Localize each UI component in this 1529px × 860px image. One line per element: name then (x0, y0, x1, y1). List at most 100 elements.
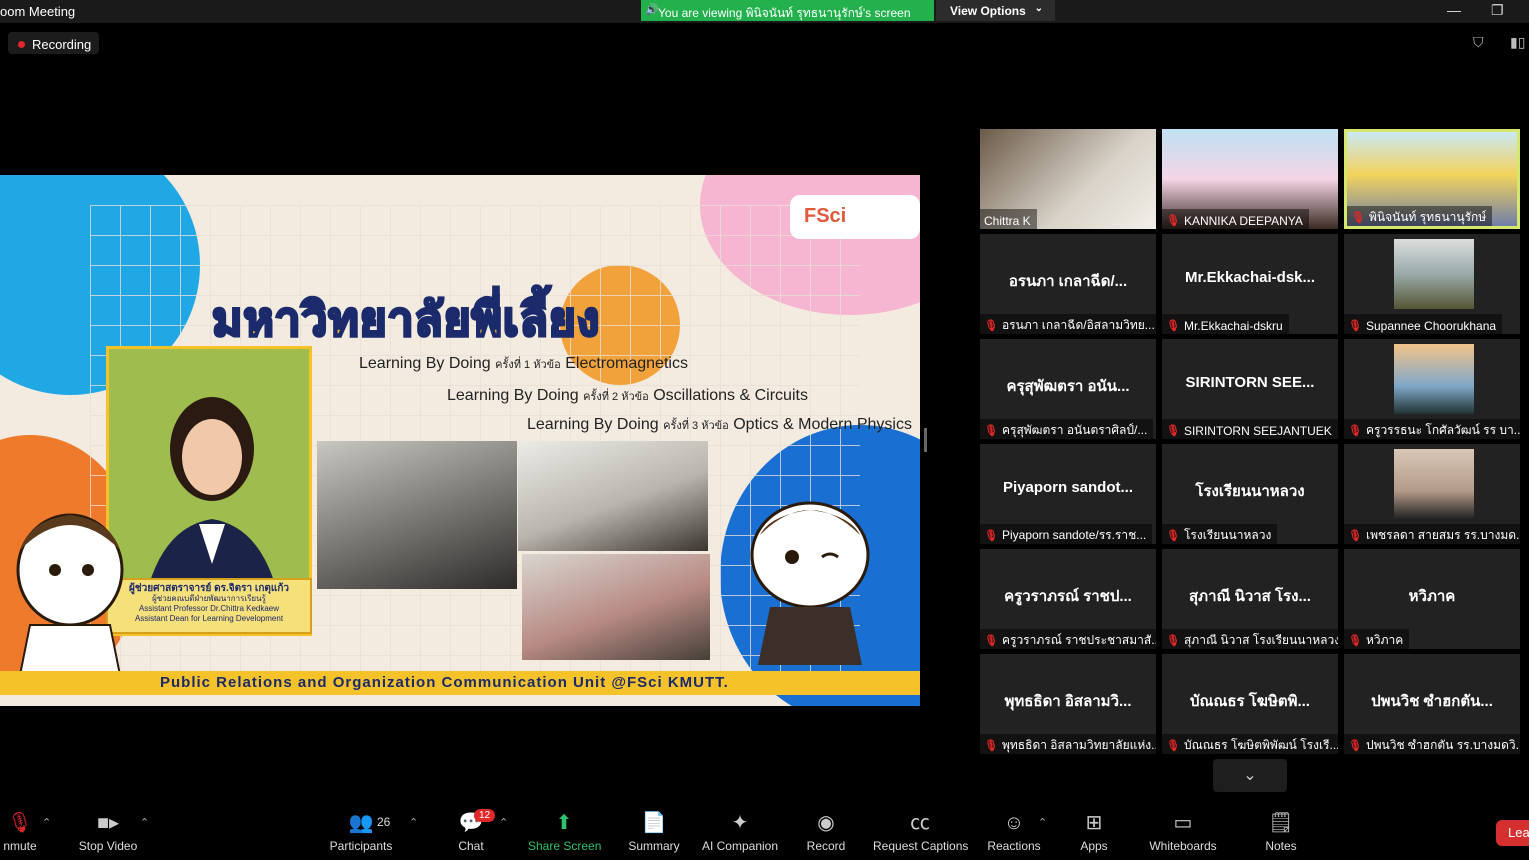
participant-name: สุภาณี นิวาส โรงเรียนนาหลวง (1183, 633, 1338, 647)
participant-name: ครูวรรธนะ โกศัลวัฒน์ รร บา... (1365, 423, 1520, 437)
participant-display-name: ครูวราภรณ์ ราชป... (1004, 588, 1132, 605)
participant-tile[interactable]: SIRINTORN SEE... 🎙 SIRINTORN SEEJANTUEK (1162, 339, 1338, 439)
participant-name-label: 🎙 Mr.Ekkachai-dskru (1162, 314, 1289, 334)
participant-tile[interactable]: หวิภาค 🎙 หวิภาค (1344, 549, 1520, 649)
participant-tile[interactable]: ครุสุพัฒตรา อนัน... 🎙 ครุสุพัฒตรา อนันตราศ… (980, 339, 1156, 439)
minimize-button[interactable]: — (1447, 2, 1461, 18)
request-captions-button[interactable]: ㏄ Request Captions (873, 806, 968, 853)
participant-tile[interactable]: 🎙 Supannee Choorukhana (1344, 234, 1520, 334)
participant-name-label: 🎙 KANNIKA DEEPANYA (1162, 209, 1309, 229)
participant-name-label: 🎙 ครูวรรธนะ โกศัลวัฒน์ รร บา... (1344, 419, 1520, 439)
summary-button[interactable]: 📄 Summary (626, 806, 682, 853)
participant-name: อรนภา เกลาฉีด/อิสลามวิทย... (1001, 318, 1155, 332)
summary-icon: 📄 (641, 812, 667, 834)
participant-name-label: 🎙 อรนภา เกลาฉีด/อิสลามวิทย... (980, 314, 1156, 334)
participant-tile[interactable]: 🎙 ครูวรรธนะ โกศัลวัฒน์ รร บา... (1344, 339, 1520, 439)
participant-display-name: ครุสุพัฒตรา อนัน... (1006, 378, 1130, 395)
muted-mic-icon: 🎙 (1166, 635, 1180, 647)
participant-tile[interactable]: อรนภา เกลาฉีด/... 🎙 อรนภา เกลาฉีด/อิสลามวิ… (980, 234, 1156, 334)
participant-display-name: ปพนวิช ซำฮกตัน... (1371, 693, 1493, 710)
participant-tile[interactable]: พุทธธิดา อิสลามวิ... 🎙 พุทธธิดา อิสลามวิทย… (980, 654, 1156, 754)
chat-unread-badge: 12 (474, 809, 496, 822)
recording-label: Recording (32, 37, 92, 52)
participant-tile[interactable]: ปพนวิช ซำฮกตัน... 🎙 ปพนวิช ซำฮกตัน รร.บางม… (1344, 654, 1520, 754)
speaker-icon: 🔊 (645, 4, 659, 16)
record-button[interactable]: ◉ Record (806, 806, 846, 853)
participant-video (1394, 344, 1474, 414)
participant-tile[interactable]: Piyaporn sandot... 🎙 Piyaporn sandote/รร.ร… (980, 444, 1156, 544)
notes-button[interactable]: 🗒 Notes (1262, 806, 1300, 853)
lab-photo-1 (317, 441, 517, 589)
view-options-label: View Options (950, 4, 1026, 18)
participant-tile[interactable]: โรงเรียนนาหลวง 🎙 โรงเรียนนาหลวง (1162, 444, 1338, 544)
security-icon[interactable]: ⛉ (1473, 34, 1484, 51)
participant-name: Mr.Ekkachai-dskru (1183, 318, 1283, 333)
recording-indicator[interactable]: Recording (8, 32, 100, 54)
participant-tile[interactable]: 🎙 พินิจนันท์ รุทธนานุรักษ์ (1344, 129, 1520, 229)
share-screen-icon: ⬆ (555, 812, 573, 834)
participant-video (1394, 449, 1474, 519)
ai-companion-button[interactable]: ✦ AI Companion (700, 806, 780, 853)
participant-tile[interactable]: Chittra K (980, 129, 1156, 229)
muted-mic-icon: 🎙 (984, 320, 998, 332)
participant-name-label: 🎙 Piyaporn sandote/รร.ราช... (980, 524, 1153, 544)
participant-name-label: 🎙 Supannee Choorukhana (1344, 314, 1503, 334)
participant-tile[interactable]: 🎙 เพชรลดา สายสมร รร.บางมด... (1344, 444, 1520, 544)
participant-tile[interactable]: Mr.Ekkachai-dsk... 🎙 Mr.Ekkachai-dskru (1162, 234, 1338, 334)
participant-display-name: บัณณธร โฆษิตพิ... (1190, 693, 1310, 710)
participant-name: หวิภาค (1365, 633, 1404, 647)
participant-name: บัณณธร โฆษิตพิพัฒน์ โรงเรี... (1183, 738, 1338, 752)
captions-icon: ㏄ (910, 812, 930, 834)
participant-display-name: พุทธธิดา อิสลามวิ... (1004, 693, 1132, 710)
unmute-button[interactable]: 🎙 nmute (0, 806, 40, 853)
view-options-button[interactable]: View Options ⌄ (936, 0, 1055, 21)
muted-mic-icon: 🎙 (1348, 425, 1362, 437)
gallery-scroll-down-button[interactable]: ⌄ (1213, 759, 1287, 792)
participants-count: 26 (377, 815, 391, 829)
stop-video-button[interactable]: ■▸ Stop Video (76, 806, 140, 853)
muted-mic-icon: 🎙 (1348, 635, 1362, 647)
participant-tile[interactable]: บัณณธร โฆษิตพิ... 🎙 บัณณธร โฆษิตพิพัฒน์ โร… (1162, 654, 1338, 754)
maximize-button[interactable]: ❐ (1491, 2, 1504, 19)
participant-name: โรงเรียนนาหลวง (1183, 528, 1272, 542)
participant-name-label: 🎙 สุภาณี นิวาส โรงเรียนนาหลวง (1162, 629, 1338, 649)
apps-button[interactable]: ⊞ Apps (1076, 806, 1112, 853)
video-caret-icon[interactable]: ⌃ (140, 816, 149, 829)
reactions-button[interactable]: ☺ Reactions (986, 806, 1042, 853)
banner-text: You are viewing พินิจนันท์ รุทธนานุรักษ์… (658, 6, 911, 20)
participant-name: เพชรลดา สายสมร รร.บางมด... (1365, 528, 1520, 542)
participant-name-label: 🎙 พุทธธิดา อิสลามวิทยาลัยแห่ง... (980, 734, 1156, 754)
apps-icon: ⊞ (1085, 812, 1103, 834)
layout-icon[interactable]: ▮▯ (1510, 34, 1525, 51)
record-icon: ◉ (817, 812, 835, 834)
participant-tile[interactable]: 🎙 KANNIKA DEEPANYA (1162, 129, 1338, 229)
reactions-caret-icon[interactable]: ⌃ (1038, 816, 1047, 829)
participant-name: Piyaporn sandote/รร.ราช... (1001, 528, 1147, 542)
participant-name-label: Chittra K (980, 209, 1037, 229)
participants-button[interactable]: 👥 Participants (328, 806, 394, 853)
muted-mic-icon: 🎙 (984, 425, 998, 437)
learning-line-2: Learning By Doing ครั้งที่ 2 หัวข้อ Osci… (447, 387, 808, 404)
muted-mic-icon: 🎙 (1351, 212, 1365, 224)
participant-name: SIRINTORN SEEJANTUEK (1183, 423, 1332, 438)
screen-share-banner: 🔊 You are viewing พินิจนันท์ รุทธนานุรัก… (641, 0, 934, 21)
participant-name-label: 🎙 เพชรลดา สายสมร รร.บางมด... (1344, 524, 1520, 544)
chat-caret-icon[interactable]: ⌃ (499, 816, 508, 829)
participant-display-name: Piyaporn sandot... (1002, 479, 1134, 496)
smiley-icon: ☺ (1003, 812, 1025, 834)
participant-tile[interactable]: ครูวราภรณ์ ราชป... 🎙 ครูวราภรณ์ ราชประชาสม… (980, 549, 1156, 649)
leave-button[interactable]: Lea (1496, 820, 1529, 846)
whiteboards-button[interactable]: ▭ Whiteboards (1146, 806, 1220, 853)
participant-name-label: 🎙 ครูวราภรณ์ ราชประชาสมาสั... (980, 629, 1156, 649)
cartoon-character (750, 501, 870, 665)
participants-caret-icon[interactable]: ⌃ (409, 816, 418, 829)
audio-caret-icon[interactable]: ⌃ (42, 816, 51, 829)
muted-mic-icon: 🎙 (1166, 215, 1180, 227)
split-drag-handle[interactable] (924, 428, 927, 452)
muted-mic-icon: 🎙 (1166, 425, 1180, 437)
shared-screen: FSci มหาวิทยาลัยพี่เลี้ยง Learning By Do… (0, 175, 920, 706)
participant-display-name: Mr.Ekkachai-dsk... (1184, 269, 1316, 286)
share-screen-button[interactable]: ⬆ Share Screen (528, 806, 601, 853)
participant-tile[interactable]: สุภาณี นิวาส โรง... 🎙 สุภาณี นิวาส โรงเรีย… (1162, 549, 1338, 649)
participant-name-label: 🎙 หวิภาค (1344, 629, 1410, 649)
